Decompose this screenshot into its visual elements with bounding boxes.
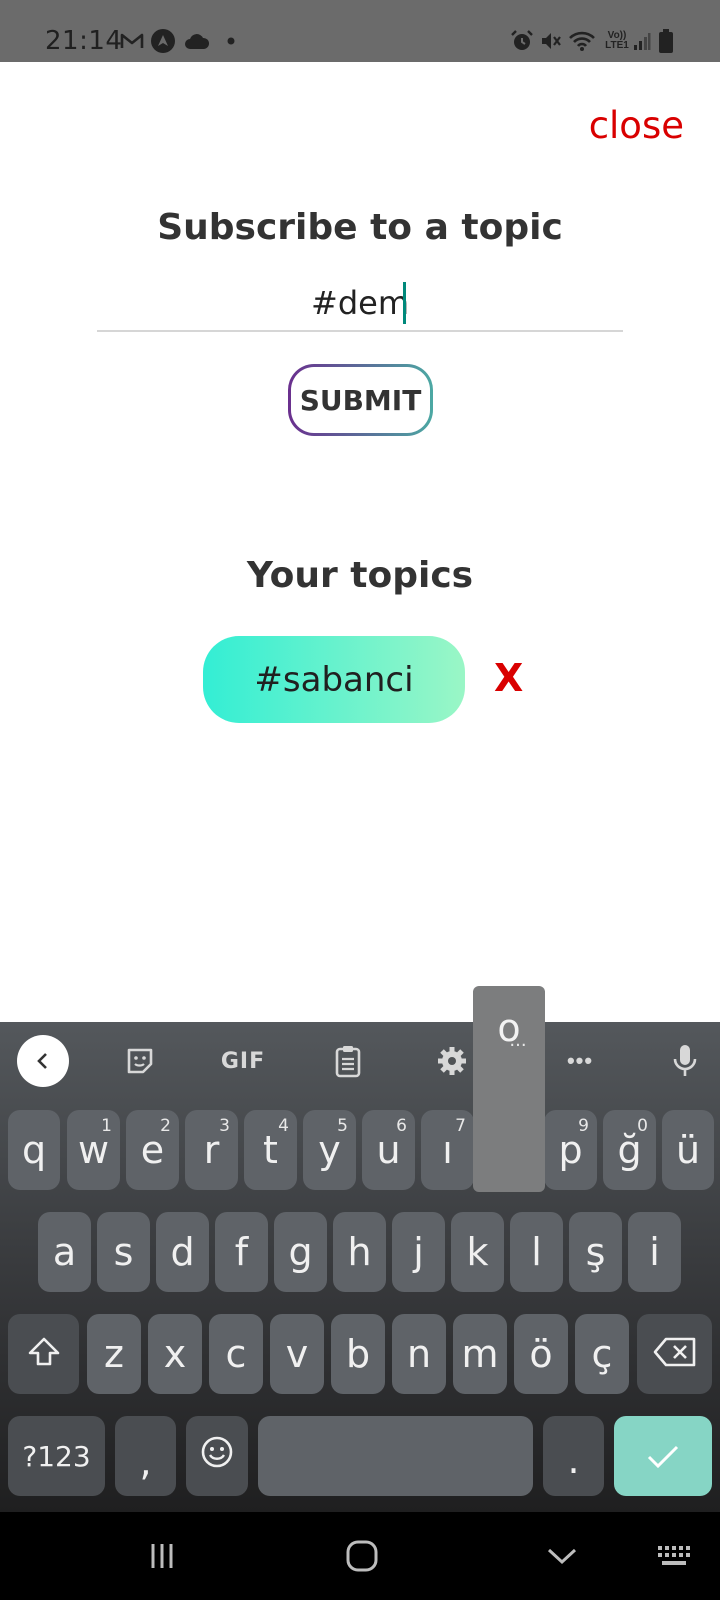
key-d[interactable]: d <box>156 1212 209 1292</box>
volte-lte1-icon: Vo)) LTE1 <box>605 30 629 51</box>
key-x[interactable]: x <box>148 1314 202 1394</box>
gear-icon[interactable] <box>432 1036 472 1086</box>
remove-topic-button[interactable]: X <box>494 656 523 700</box>
key-c-cedilla[interactable]: ç <box>575 1314 629 1394</box>
shift-icon <box>27 1332 61 1376</box>
enter-key[interactable] <box>614 1416 712 1496</box>
key-n[interactable]: n <box>392 1314 446 1394</box>
space-key[interactable] <box>258 1416 533 1496</box>
key-p[interactable]: p9 <box>544 1110 597 1190</box>
status-bar: 21:14 Vo)) LTE1 <box>0 0 720 62</box>
key-s-cedilla[interactable]: ş <box>569 1212 622 1292</box>
home-icon[interactable] <box>340 1534 384 1578</box>
key-i[interactable]: i <box>628 1212 681 1292</box>
dot-icon <box>226 28 236 54</box>
gif-button[interactable]: GIF <box>218 1036 268 1086</box>
navigation-bar <box>0 1512 720 1600</box>
gmail-icon <box>119 28 145 54</box>
key-j[interactable]: j <box>392 1212 445 1292</box>
chevron-down-icon[interactable] <box>540 1534 584 1578</box>
mute-icon <box>539 28 563 54</box>
microphone-icon[interactable] <box>665 1036 705 1086</box>
symbols-key[interactable]: ?123 <box>8 1416 105 1496</box>
keyboard-icon[interactable] <box>652 1534 696 1578</box>
signal-icon <box>632 28 652 54</box>
submit-label: SUBMIT <box>291 367 430 433</box>
key-o-umlaut[interactable]: ö <box>514 1314 568 1394</box>
wifi-icon <box>568 28 596 54</box>
key-h[interactable]: h <box>333 1212 386 1292</box>
key-z[interactable]: z <box>87 1314 141 1394</box>
key-l[interactable]: l <box>510 1212 563 1292</box>
key-g-breve[interactable]: ğ0 <box>603 1110 656 1190</box>
text-caret <box>403 282 406 324</box>
key-s[interactable]: s <box>97 1212 150 1292</box>
key-m[interactable]: m <box>453 1314 507 1394</box>
shift-key[interactable] <box>8 1314 79 1394</box>
key-y[interactable]: y5 <box>303 1110 356 1190</box>
navigation-app-icon <box>151 28 175 54</box>
key-preview-popup: o ... <box>473 986 545 1192</box>
backspace-icon <box>653 1332 697 1376</box>
recents-icon[interactable] <box>140 1534 184 1578</box>
key-q[interactable]: q <box>8 1110 60 1190</box>
key-c[interactable]: c <box>209 1314 263 1394</box>
chevron-left-icon[interactable] <box>17 1035 69 1087</box>
key-g[interactable]: g <box>274 1212 327 1292</box>
cloud-icon <box>183 28 211 54</box>
key-e[interactable]: e2 <box>126 1110 179 1190</box>
submit-button[interactable]: SUBMIT <box>288 364 433 436</box>
key-preview-more: ... <box>509 1030 527 1051</box>
sticker-icon[interactable] <box>118 1036 162 1086</box>
topic-input[interactable] <box>97 276 623 330</box>
your-topics-title: Your topics <box>246 555 474 596</box>
key-a[interactable]: a <box>38 1212 91 1292</box>
close-button[interactable]: close <box>589 104 684 147</box>
key-v[interactable]: v <box>270 1314 324 1394</box>
alarm-icon <box>510 28 534 54</box>
emoji-key[interactable] <box>186 1416 248 1496</box>
topic-chip[interactable]: #sabanci <box>203 636 465 723</box>
key-f[interactable]: f <box>215 1212 268 1292</box>
key-r[interactable]: r3 <box>185 1110 238 1190</box>
emoji-icon <box>200 1434 234 1478</box>
battery-icon <box>658 28 674 54</box>
key-b[interactable]: b <box>331 1314 385 1394</box>
key-dotless-i[interactable]: ı7 <box>421 1110 474 1190</box>
clipboard-icon[interactable] <box>328 1036 368 1086</box>
status-time: 21:14 <box>45 26 123 56</box>
key-w[interactable]: w1 <box>67 1110 120 1190</box>
keyboard-toolbar: GIF ••• <box>0 1022 720 1100</box>
key-u[interactable]: u6 <box>362 1110 415 1190</box>
key-k[interactable]: k <box>451 1212 504 1292</box>
checkmark-icon <box>646 1434 680 1478</box>
topic-input-wrapper <box>97 276 623 332</box>
more-options-button[interactable]: ••• <box>560 1036 600 1086</box>
backspace-key[interactable] <box>637 1314 712 1394</box>
keyboard: GIF ••• q w1 e2 r3 t4 y5 u6 ı7 o8 p9 ğ0 … <box>0 1022 720 1512</box>
subscribe-title: Subscribe to a topic <box>157 207 563 248</box>
comma-key[interactable]: , <box>115 1416 176 1496</box>
period-key[interactable]: . <box>543 1416 604 1496</box>
key-t[interactable]: t4 <box>244 1110 297 1190</box>
key-u-umlaut[interactable]: ü <box>662 1110 714 1190</box>
